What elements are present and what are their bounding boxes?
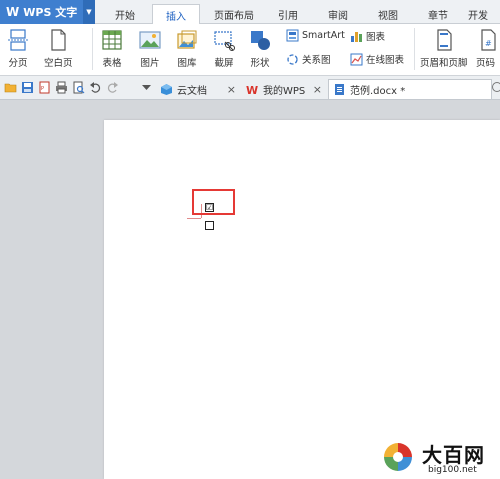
page-break-icon [8,29,28,51]
tab-developer[interactable]: 开发 [468,4,500,24]
ribbon-tab-strip: W WPS 文字 ▼ 开始 插入 页面布局 引用 审阅 视图 章节 开发 [0,0,500,25]
smartart-icon [286,29,299,42]
document-icon [335,84,344,95]
export-pdf-icon[interactable]: P [38,81,51,94]
chart-icon [351,31,362,42]
smartart-button[interactable]: SmartArt [286,29,345,42]
page-break-button[interactable]: 分页 [6,28,30,69]
tab-document-active[interactable]: 范例.docx * [328,79,492,99]
header-footer-button[interactable]: 页眉和页脚 [420,28,468,69]
shapes-icon [251,31,270,50]
close-icon[interactable]: × [227,83,236,96]
page-number-icon: # [481,29,496,51]
table-icon [102,30,122,50]
open-folder-icon[interactable] [4,81,17,94]
blank-page-icon [51,29,66,51]
header-footer-label: 页眉和页脚 [420,58,468,69]
more-dropdown-icon[interactable] [140,81,153,94]
smartart-label: SmartArt [302,30,345,41]
picture-icon [139,31,161,49]
wps-logo-icon: W [246,84,258,96]
tab-insert[interactable]: 插入 [152,4,200,25]
undo-icon[interactable] [89,81,102,94]
app-title: WPS 文字 [23,6,78,19]
app-menu-dropdown-icon[interactable]: ▼ [83,0,95,24]
online-chart-icon [350,53,363,65]
tab-references[interactable]: 引用 [268,4,308,24]
tab-label: 云文档 [177,85,207,97]
close-icon[interactable]: × [313,83,322,96]
screenshot-label: 截屏 [214,58,234,69]
picture-button[interactable]: 图片 [138,28,162,69]
tab-home[interactable]: 开始 [104,4,146,24]
svg-text:#: # [485,39,492,48]
print-preview-icon[interactable] [72,81,85,94]
screenshot-button[interactable]: 截屏 [212,28,236,69]
relation-diagram-button[interactable]: 关系图 [286,52,331,66]
page-break-label: 分页 [8,58,28,69]
table-button[interactable]: 表格 [100,28,124,69]
tab-chapter[interactable]: 章节 [418,4,458,24]
gallery-icon [177,30,197,49]
blank-page-label: 空白页 [44,58,73,69]
svg-text:W: W [246,84,258,96]
checkbox-unchecked[interactable] [205,221,214,230]
relation-diagram-icon [287,53,298,65]
header-footer-icon [437,29,452,51]
gallery-label: 图库 [177,58,197,69]
wps-logo-icon: W [6,5,20,19]
print-icon[interactable] [55,81,68,94]
watermark-url: big100.net [428,465,477,475]
svg-text:P: P [41,86,44,92]
blank-page-button[interactable]: 空白页 [44,28,73,69]
shapes-button[interactable]: 形状 [248,28,272,69]
document-workspace: ☑ [0,100,500,479]
app-menu-button[interactable]: W WPS 文字 ▼ [0,0,95,24]
ribbon-separator [92,28,93,70]
document-page[interactable]: ☑ [104,120,500,479]
tab-review[interactable]: 审阅 [318,4,358,24]
text-cursor-crosshair [187,218,201,219]
site-logo-icon [384,443,412,471]
gallery-button[interactable]: 图库 [175,28,199,69]
site-watermark: 大百网 big100.net [378,439,500,479]
tab-label: 我的WPS [263,85,306,97]
document-tab-bar: P 云文档 × W 我的WPS × 范例.docx * [0,76,500,100]
watermark-title: 大百网 [422,443,485,467]
page-number-button[interactable]: # 页码 [476,28,500,69]
picture-label: 图片 [140,58,160,69]
tab-page-layout[interactable]: 页面布局 [206,4,262,24]
chart-label: 图表 [366,32,386,43]
tab-my-wps[interactable]: W 我的WPS × [242,79,326,99]
tab-view[interactable]: 视图 [368,4,408,24]
checkbox-checked[interactable]: ☑ [205,203,214,212]
tab-label: 范例.docx * [350,86,406,97]
redo-icon[interactable] [106,81,119,94]
save-icon[interactable] [21,81,34,94]
shapes-label: 形状 [250,58,270,69]
online-chart-button[interactable]: 在线图表 [350,52,404,66]
insert-ribbon: 分页 空白页 表格 图片 图库 截屏 形状 SmartArt 图表 关系图 在线… [0,24,500,76]
ribbon-separator [414,28,415,70]
screenshot-icon [214,31,235,51]
tab-cloud-docs[interactable]: 云文档 × [156,79,240,99]
cloud-docs-icon [161,83,172,95]
relation-diagram-label: 关系图 [302,55,331,66]
online-chart-label: 在线图表 [366,55,405,66]
page-number-label: 页码 [476,58,496,69]
chart-button[interactable]: 图表 [350,29,385,43]
new-tab-icon[interactable] [492,82,500,92]
table-label: 表格 [102,58,122,69]
